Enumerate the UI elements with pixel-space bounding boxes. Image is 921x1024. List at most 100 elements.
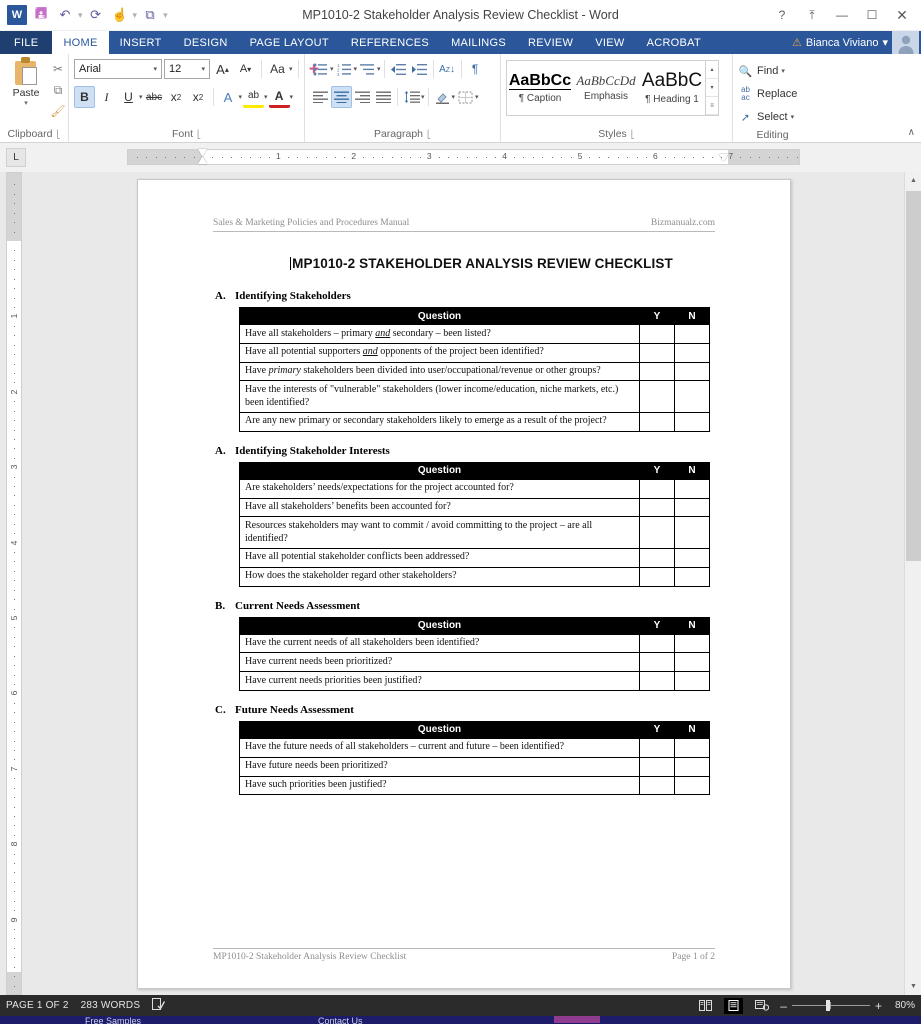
yes-cell[interactable]	[639, 756, 675, 777]
subscript-button[interactable]: x2	[166, 86, 187, 108]
no-cell[interactable]	[674, 497, 710, 518]
change-case-caret-icon[interactable]: ▾	[289, 65, 293, 73]
highlight-caret-icon[interactable]: ▾	[264, 93, 268, 101]
font-size-caret-icon[interactable]: ▾	[199, 65, 207, 73]
sort-icon[interactable]: AZ↓	[437, 58, 458, 80]
scrollbar-thumb[interactable]	[906, 191, 921, 561]
question-cell[interactable]: Resources stakeholders may want to commi…	[239, 516, 640, 549]
no-cell[interactable]	[674, 342, 710, 363]
avatar[interactable]	[892, 31, 919, 54]
minimize-button[interactable]: —	[827, 3, 857, 27]
question-cell[interactable]: Have all potential stakeholder conflicts…	[239, 547, 640, 568]
font-name-combo[interactable]: Arial ▾	[74, 59, 162, 79]
yes-cell[interactable]	[639, 737, 675, 758]
no-cell[interactable]	[674, 737, 710, 758]
view-print-layout-icon[interactable]	[724, 997, 744, 1014]
bottom-link-contact-us[interactable]: Contact Us	[318, 1016, 363, 1024]
scroll-up-arrow-icon[interactable]: ▲	[905, 172, 921, 189]
zoom-in-button[interactable]: +	[875, 999, 882, 1013]
change-case-icon[interactable]: Aa	[267, 58, 288, 80]
line-spacing-caret-icon[interactable]: ▾	[421, 93, 425, 101]
yes-cell[interactable]	[639, 633, 675, 654]
page-indicator[interactable]: PAGE 1 OF 2	[6, 1000, 69, 1011]
touch-mode-icon[interactable]: ☝	[109, 4, 131, 26]
copy-icon[interactable]: ⧉	[49, 81, 67, 99]
zoom-out-button[interactable]: –	[780, 999, 787, 1013]
paragraph-dialog-launcher-icon[interactable]: ⎣	[427, 130, 431, 139]
account-user-name[interactable]: Bianca Viviano	[806, 37, 879, 49]
cut-icon[interactable]: ✂	[49, 60, 67, 78]
yes-cell[interactable]	[639, 380, 675, 413]
question-cell[interactable]: Have future needs been prioritized?	[239, 756, 640, 777]
text-highlight-icon[interactable]: ab	[243, 86, 265, 108]
borders-icon[interactable]	[455, 86, 476, 108]
bold-button[interactable]: B	[74, 86, 95, 108]
underline-caret-icon[interactable]: ▾	[139, 93, 143, 101]
yes-cell[interactable]	[639, 775, 675, 796]
tab-acrobat[interactable]: ACROBAT	[636, 31, 712, 54]
checklist-table[interactable]: Question Y N Are stakeholders’ needs/expect…	[239, 461, 710, 587]
word-count[interactable]: 283 WORDS	[81, 1000, 141, 1011]
no-cell[interactable]	[674, 324, 710, 344]
help-icon[interactable]: ?	[767, 3, 797, 27]
no-cell[interactable]	[674, 671, 710, 691]
collapse-ribbon-icon[interactable]: ∧	[908, 127, 921, 142]
paste-caret-icon[interactable]: ▾	[24, 99, 28, 107]
increase-indent-icon[interactable]	[409, 58, 430, 80]
maximize-button[interactable]: ☐	[857, 3, 887, 27]
checklist-table[interactable]: Question Y N Have the future needs of all s…	[239, 720, 710, 796]
bullets-icon[interactable]	[310, 58, 331, 80]
font-name-caret-icon[interactable]: ▾	[151, 65, 159, 73]
replace-button[interactable]: ab ac Replace	[738, 84, 797, 104]
text-effects-icon[interactable]: A	[218, 86, 239, 108]
horizontal-ruler[interactable]: 1 2 3 4 5 6 7	[127, 149, 800, 165]
yes-cell[interactable]	[639, 324, 675, 344]
text-effects-caret-icon[interactable]: ▾	[239, 93, 243, 101]
font-size-combo[interactable]: 12 ▾	[164, 59, 210, 79]
undo-icon[interactable]: ↶	[54, 4, 76, 26]
justify-icon[interactable]	[373, 86, 394, 108]
styles-scroll-up-icon[interactable]: ▴	[706, 61, 718, 79]
grow-font-icon[interactable]: A ▴	[212, 58, 233, 80]
tab-stop-selector[interactable]: L	[6, 148, 26, 167]
format-painter-icon[interactable]: 🖌	[49, 102, 67, 120]
line-spacing-icon[interactable]	[401, 86, 422, 108]
vertical-scrollbar[interactable]: ▲ ▼	[904, 172, 921, 995]
ribbon-display-options-icon[interactable]: ⤒	[797, 3, 827, 27]
question-cell[interactable]: Have all stakeholders – primary and seco…	[239, 324, 640, 344]
zoom-slider-thumb[interactable]	[825, 1000, 830, 1011]
show-formatting-marks-icon[interactable]: ¶	[465, 58, 486, 80]
question-cell[interactable]: Have all stakeholders’ benefits been acc…	[239, 497, 640, 518]
bullets-caret-icon[interactable]: ▾	[330, 65, 334, 73]
italic-button[interactable]: I	[96, 86, 117, 108]
styles-dialog-launcher-icon[interactable]: ⎣	[631, 130, 635, 139]
no-cell[interactable]	[674, 566, 710, 587]
undo-caret-icon[interactable]: ▾	[78, 10, 83, 21]
question-cell[interactable]: Are any new primary or secondary stakeho…	[239, 411, 640, 432]
no-cell[interactable]	[674, 547, 710, 568]
strikethrough-button[interactable]: abc	[144, 86, 165, 108]
yes-cell[interactable]	[639, 566, 675, 587]
touch-caret-icon[interactable]: ▾	[133, 10, 138, 21]
close-button[interactable]: ✕	[887, 3, 917, 27]
font-color-caret-icon[interactable]: ▾	[290, 93, 294, 101]
first-line-indent-marker[interactable]	[198, 149, 207, 156]
yes-cell[interactable]	[639, 652, 675, 673]
style-heading1[interactable]: AaBbC ¶ Heading 1	[639, 61, 705, 115]
decrease-indent-icon[interactable]	[388, 58, 409, 80]
no-cell[interactable]	[674, 756, 710, 777]
tab-file[interactable]: FILE	[0, 31, 53, 54]
superscript-button[interactable]: x2	[188, 86, 209, 108]
no-cell[interactable]	[674, 380, 710, 413]
save-icon[interactable]: 🖪	[30, 4, 52, 26]
yes-cell[interactable]	[639, 671, 675, 691]
question-cell[interactable]: How does the stakeholder regard other st…	[239, 566, 640, 587]
no-cell[interactable]	[674, 775, 710, 796]
yes-cell[interactable]	[639, 497, 675, 518]
tab-references[interactable]: REFERENCES	[340, 31, 440, 54]
numbering-icon[interactable]: 123	[334, 58, 355, 80]
yes-cell[interactable]	[639, 516, 675, 549]
question-cell[interactable]: Are stakeholders’ needs/expectations for…	[239, 478, 640, 499]
zoom-level-label[interactable]: 80%	[887, 1000, 915, 1011]
scroll-down-arrow-icon[interactable]: ▼	[905, 978, 921, 995]
